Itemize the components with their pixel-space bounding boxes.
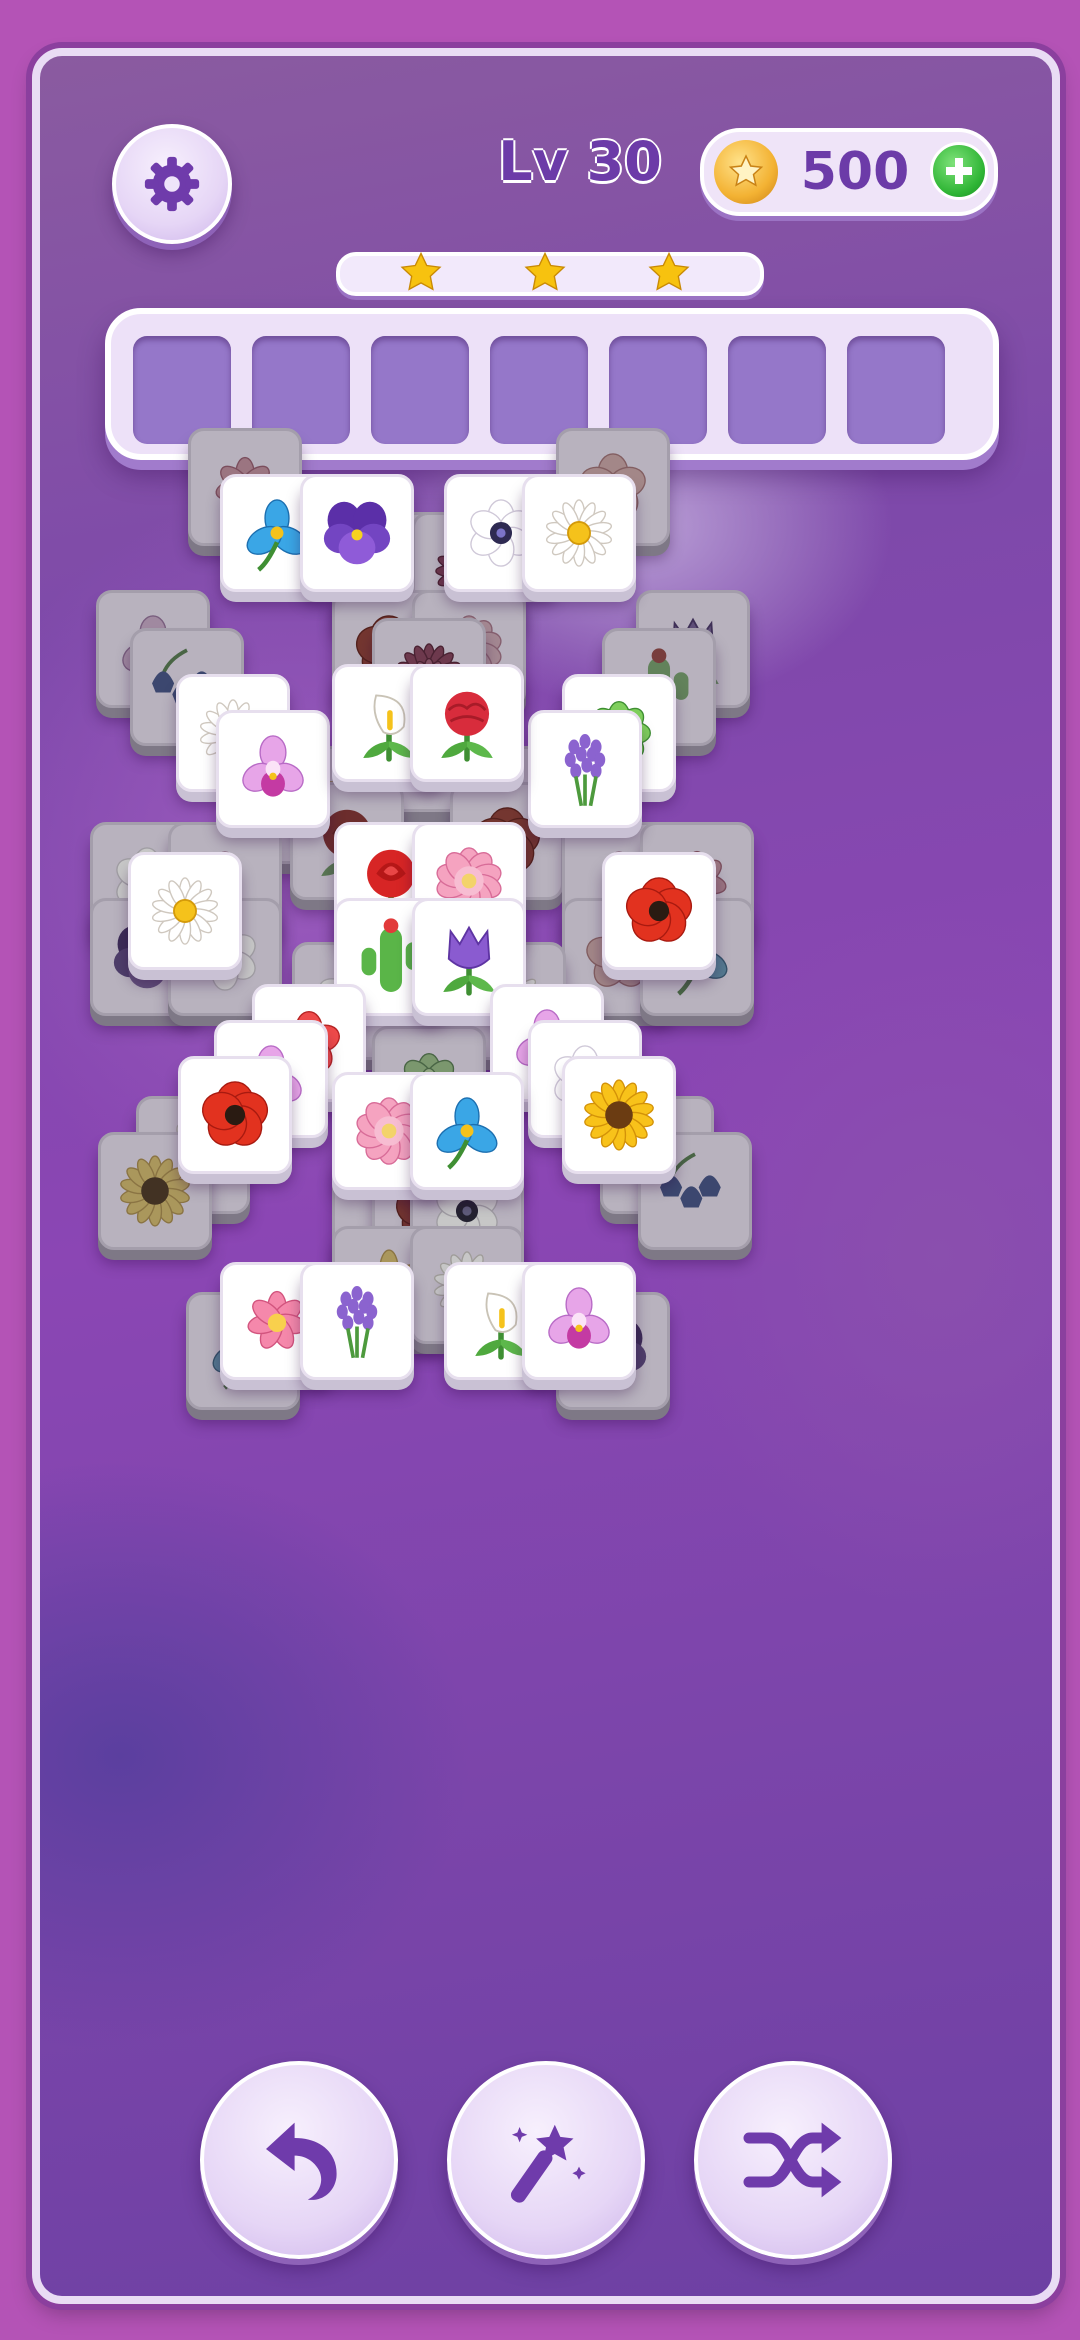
shuffle-icon <box>743 2122 842 2198</box>
carnation-icon <box>441 691 493 762</box>
orchid-icon <box>548 1287 610 1349</box>
tile-lavender[interactable] <box>528 710 642 828</box>
add-coins-button[interactable] <box>930 142 988 200</box>
tile-slot <box>847 336 945 444</box>
coin-star-icon <box>714 140 778 204</box>
coin-counter: 500 <box>700 128 998 216</box>
progress-star-icon <box>524 251 566 291</box>
poppy-icon <box>625 877 693 942</box>
tile-pansy[interactable] <box>300 474 414 592</box>
progress-star-icon <box>648 251 690 291</box>
tile-carnation[interactable] <box>410 664 524 782</box>
pansy-icon <box>323 501 391 565</box>
tile-iris[interactable] <box>410 1072 524 1190</box>
daisy-icon <box>545 499 613 567</box>
game-board: Lv 30 500 <box>32 48 1060 2304</box>
gear-icon <box>144 156 200 212</box>
tile-orchid[interactable] <box>522 1262 636 1380</box>
tile-daisy[interactable] <box>522 474 636 592</box>
lavender-icon <box>564 734 606 807</box>
plus-icon <box>946 158 972 184</box>
magic-wand-icon <box>510 2124 586 2203</box>
progress-star-icon <box>400 251 442 291</box>
undo-arrow-icon <box>266 2122 337 2200</box>
tile-lavender[interactable] <box>300 1262 414 1380</box>
tile-slot <box>371 336 469 444</box>
tile-slot <box>728 336 826 444</box>
settings-button[interactable] <box>112 124 232 244</box>
tile-poppy[interactable] <box>178 1056 292 1174</box>
tile-daisy[interactable] <box>128 852 242 970</box>
level-label: Lv 30 <box>498 130 662 193</box>
magic-wand-button[interactable] <box>447 2061 645 2259</box>
level-progress-bar <box>336 251 764 296</box>
tile-orchid[interactable] <box>216 710 330 828</box>
sunflower-icon <box>584 1079 654 1151</box>
coin-count: 500 <box>800 142 910 202</box>
shuffle-button[interactable] <box>694 2061 892 2259</box>
poppy-icon <box>201 1081 269 1146</box>
orchid-icon <box>242 735 304 797</box>
iris-icon <box>436 1097 498 1170</box>
tile-sunflower[interactable] <box>562 1056 676 1174</box>
lavender-icon <box>336 1286 378 1359</box>
daisy-icon <box>151 877 219 945</box>
undo-button[interactable] <box>200 2061 398 2259</box>
tile-poppy[interactable] <box>602 852 716 970</box>
